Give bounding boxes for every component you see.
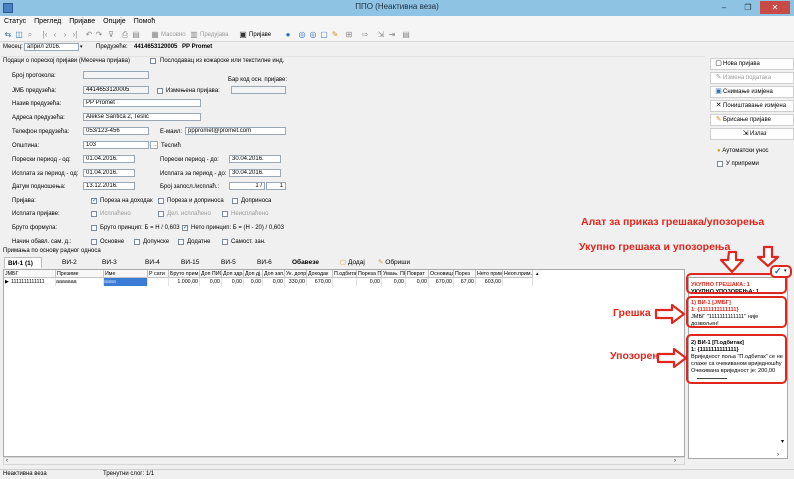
check-tool-icon[interactable]: ✓ — [774, 266, 782, 277]
connection-status: Неактивна веза — [3, 471, 47, 477]
annotation-arrows — [654, 245, 780, 369]
warning-arrow — [656, 347, 688, 369]
error-arrow — [654, 303, 686, 325]
error-highlight — [686, 296, 787, 328]
warning-highlight — [686, 334, 787, 384]
total-arrow — [719, 250, 745, 274]
application-window: ППО (Неактивна веза) – ❐ ✕ Статус Прегле… — [0, 0, 794, 479]
tool-dropdown-icon[interactable]: ▾ — [784, 268, 787, 274]
tool-arrow — [756, 245, 780, 268]
status-bar: Неактивна веза Тренутни слог: 1/1 — [0, 469, 794, 479]
record-status: Тренутни слог: 1/1 — [103, 471, 155, 477]
